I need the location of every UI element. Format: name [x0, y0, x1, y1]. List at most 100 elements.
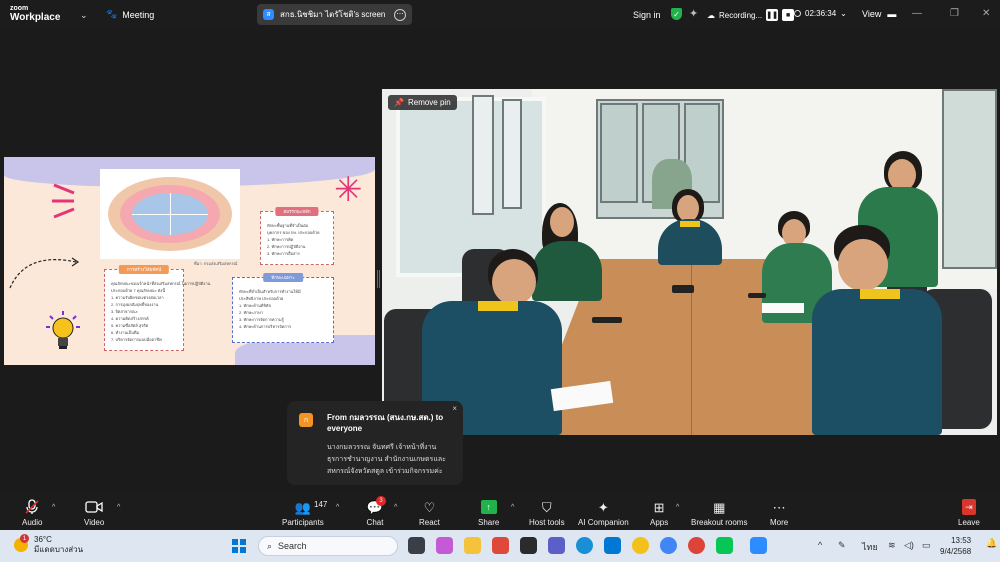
- leave-button[interactable]: ⇥ Leave: [958, 498, 980, 527]
- teams-icon[interactable]: [548, 537, 565, 554]
- zoom-app: zoom Workplace ⌄ 🐾 Meeting ส สกธ.นิชชิมา…: [0, 0, 1000, 562]
- person-head: [677, 195, 699, 222]
- leave-label: Leave: [958, 518, 980, 527]
- breakout-rooms-button[interactable]: ▦ Breakout rooms: [691, 498, 747, 528]
- phone: [672, 285, 694, 293]
- record-dot-icon: [794, 10, 801, 17]
- store-icon[interactable]: [604, 537, 621, 554]
- react-button[interactable]: ♡ React: [419, 498, 440, 528]
- chat-button[interactable]: 💬 3 Chat: [366, 496, 386, 527]
- chrome-profile-icon[interactable]: [688, 537, 705, 554]
- specific-skills-box: ทักษะเฉพาะ ทักษะที่จำเป็นสำหรับการทำงานใ…: [232, 273, 334, 343]
- chat-notification[interactable]: ก × From กมลวรรณ (สนง.กษ.สต.) to everyon…: [287, 401, 463, 485]
- wifi-icon[interactable]: ≋: [888, 540, 896, 551]
- pin-icon: 📌: [394, 98, 404, 107]
- pause-recording-button[interactable]: ❚❚: [766, 9, 779, 21]
- participant-count: 147: [314, 500, 328, 509]
- chevron-up-icon[interactable]: ^: [394, 504, 397, 511]
- edge-icon[interactable]: [576, 537, 593, 554]
- box-line: ประกอบด้วย 7 คุณลักษณะ ดังนี้: [111, 288, 165, 293]
- shared-screen[interactable]: ✳ ที่มา: กรมส่งเสริมสหกรณ์ การสร้างวิสัย…: [4, 157, 375, 365]
- app-icon[interactable]: [520, 537, 537, 554]
- chrome-canary-icon[interactable]: [632, 537, 649, 554]
- person-body: [812, 289, 942, 435]
- participant-video[interactable]: 📌 Remove pin: [382, 89, 997, 435]
- ai-companion-button[interactable]: ✦ AI Companion: [578, 498, 629, 528]
- chevron-up-icon[interactable]: ^: [117, 504, 120, 511]
- copilot-icon[interactable]: [436, 537, 453, 554]
- chevron-up-icon[interactable]: ^: [336, 504, 339, 511]
- sign-in-link[interactable]: Sign in: [633, 10, 661, 20]
- more-button[interactable]: ⋯ More: [770, 498, 789, 528]
- audio-button[interactable]: Audio: [22, 498, 42, 527]
- speaker-icon[interactable]: ◁): [904, 540, 914, 551]
- person-collar: [478, 301, 518, 311]
- line-icon[interactable]: [716, 537, 733, 554]
- ring-divider: [170, 193, 171, 235]
- taskbar-clock[interactable]: 13:53 9/4/2568: [940, 535, 971, 557]
- stop-recording-button[interactable]: ■: [782, 9, 795, 21]
- ai-sparkle-icon: ✦: [597, 499, 609, 515]
- security-shield-icon[interactable]: ✓: [671, 8, 682, 20]
- person-body: [532, 241, 602, 301]
- windows-taskbar: 36°C มีแดดบางส่วน 1 ⌕ Search ^ ✎ ไทย ≋ ◁…: [0, 530, 1000, 562]
- meeting-label: Meeting: [122, 9, 155, 20]
- video-button[interactable]: Video: [84, 498, 104, 527]
- view-menu[interactable]: View ▬: [862, 9, 896, 19]
- chat-label: Chat: [366, 518, 384, 527]
- ai-sparkle-icon[interactable]: ✦: [689, 7, 698, 20]
- video-door-glass: [600, 103, 638, 203]
- taskbar-search[interactable]: ⌕ Search: [258, 536, 398, 556]
- box-line: 2. ทักษะการปฏิบัติงาน: [267, 244, 306, 249]
- chevron-down-icon[interactable]: ⌄: [80, 10, 88, 21]
- box-line: ทักษะพื้นฐานที่จำเป็นต่อ: [267, 223, 309, 228]
- box-line: คุณลักษณะของเจ้าหน้าที่ส่งเสริมสหกรณ์ ใน…: [111, 281, 211, 286]
- person-collar: [860, 289, 900, 299]
- notification-bell-icon[interactable]: 🔔: [986, 538, 997, 549]
- maximize-icon[interactable]: ❐: [950, 8, 959, 19]
- apps-button[interactable]: ⊞ Apps: [650, 498, 668, 528]
- app-icon[interactable]: [492, 537, 509, 554]
- close-icon[interactable]: ✕: [982, 8, 990, 19]
- heart-icon: ♡: [423, 499, 436, 515]
- chevron-down-icon[interactable]: ⌄: [840, 9, 847, 18]
- task-view-icon[interactable]: [408, 537, 425, 554]
- windows-start-icon[interactable]: [232, 539, 246, 553]
- pen-icon[interactable]: ✎: [838, 540, 846, 551]
- participants-icon: 👥: [294, 499, 311, 515]
- sender-avatar: ก: [299, 413, 313, 427]
- apps-icon: ⊞: [653, 499, 665, 515]
- battery-icon[interactable]: ▭: [922, 540, 931, 551]
- more-label: More: [770, 518, 789, 527]
- chevron-up-icon[interactable]: ^: [676, 504, 679, 511]
- minus-icon[interactable]: ▬: [887, 9, 896, 19]
- zoom-logo[interactable]: zoom Workplace: [10, 4, 61, 23]
- logo-line2: Workplace: [10, 12, 61, 23]
- box-line: 4. ทักษะด้านการบริหารจัดการ: [239, 324, 292, 329]
- language-indicator[interactable]: ไทย: [862, 540, 878, 554]
- zoom-icon[interactable]: [750, 537, 767, 554]
- remove-pin-button[interactable]: 📌 Remove pin: [388, 95, 457, 110]
- box-line: 3. ทักษะการสื่อสาร: [267, 251, 300, 256]
- chevron-up-icon[interactable]: ^: [511, 504, 514, 511]
- chat-sender: From กมลวรรณ (สนง.กษ.สต.) to everyone: [327, 413, 444, 433]
- resize-handle[interactable]: [377, 270, 380, 288]
- chevron-up-icon[interactable]: ^: [52, 504, 55, 511]
- share-button[interactable]: ↑ Share: [478, 498, 499, 527]
- recording-label: Recording...: [719, 10, 763, 20]
- clock-time: 13:53: [951, 536, 972, 545]
- participants-label: Participants: [282, 518, 324, 527]
- screen-share-label: สกธ.นิชชิมา ไตรัโชติ's screen: [280, 10, 386, 19]
- meeting-menu[interactable]: 🐾 Meeting: [106, 9, 154, 20]
- screen-share-indicator[interactable]: ส สกธ.นิชชิมา ไตรัโชติ's screen ⋯: [257, 4, 412, 25]
- chrome-icon[interactable]: [660, 537, 677, 554]
- host-tools-button[interactable]: ⛉ Host tools: [529, 498, 565, 528]
- more-options-icon[interactable]: ⋯: [394, 8, 406, 21]
- person-head: [492, 259, 536, 305]
- box-line: 7. บริหารจัดการแบบมืออาชีพ: [111, 337, 162, 342]
- minimize-icon[interactable]: —: [912, 8, 922, 19]
- shield-icon: ⛉: [541, 499, 552, 515]
- cloud-icon: ☁: [707, 10, 715, 20]
- chevron-up-icon[interactable]: ^: [818, 540, 822, 550]
- file-explorer-icon[interactable]: [464, 537, 481, 554]
